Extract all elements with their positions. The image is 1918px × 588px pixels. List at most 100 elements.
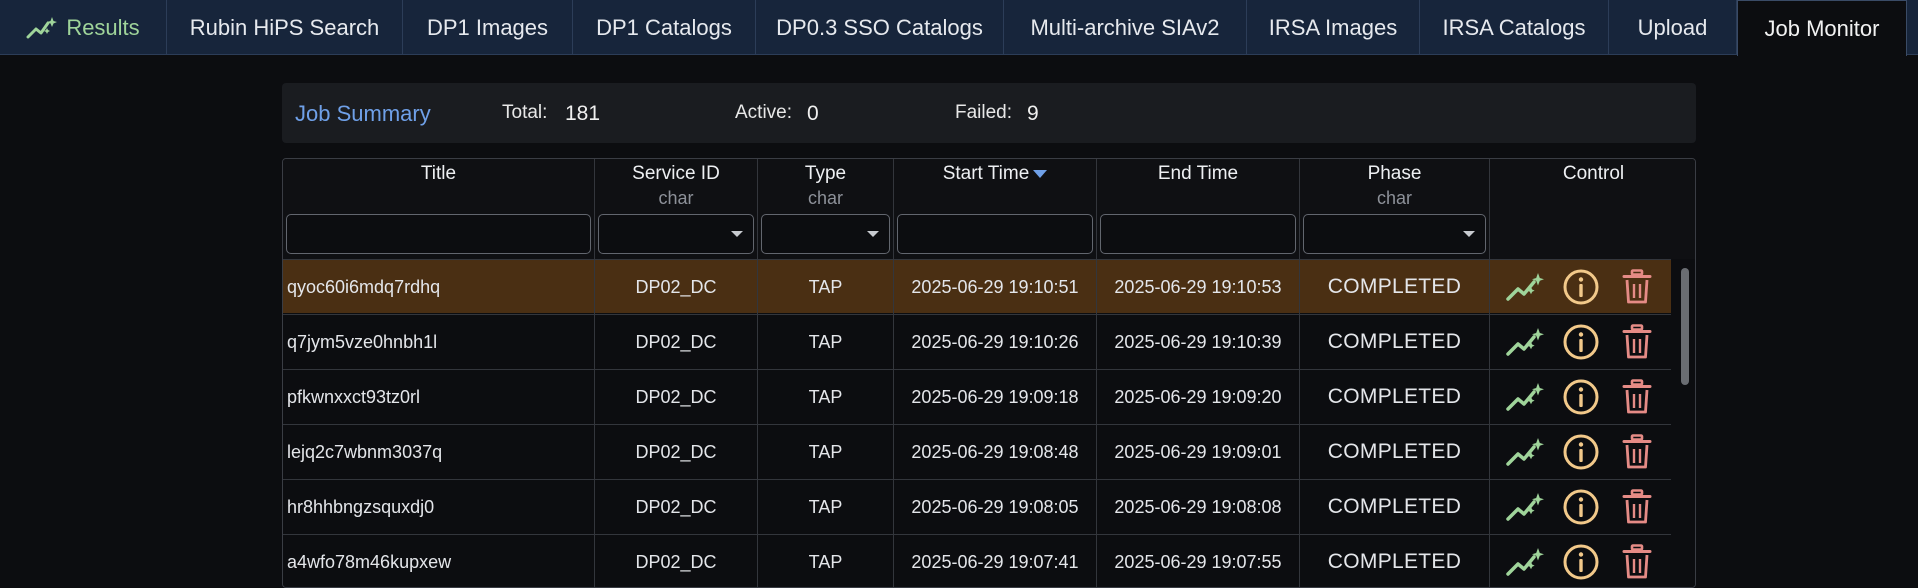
tab-label: DP0.3 SSO Catalogs (776, 14, 983, 40)
control-cell (1490, 370, 1671, 424)
active-label: Active: (735, 102, 793, 123)
tab-upload[interactable]: Upload (1609, 0, 1737, 55)
info-icon[interactable] (1561, 377, 1601, 417)
job-title-cell: qyoc60i6mdq7rdhq (283, 260, 595, 314)
job-phase-cell: COMPLETED (1300, 260, 1490, 314)
job-summary-bar: Job Summary Total: 181 Active: 0 Failed:… (282, 83, 1696, 143)
tab-label: Results (66, 14, 140, 40)
tab-job-monitor[interactable]: Job Monitor (1737, 0, 1907, 56)
service-id-cell: DP02_DC (595, 315, 758, 369)
delete-trash-icon[interactable] (1617, 487, 1657, 527)
column-title[interactable]: End Time (1097, 163, 1299, 185)
type-filter-select[interactable] (761, 214, 890, 254)
table-row[interactable]: q7jym5vze0hnbh1l DP02_DC TAP 2025-06-29 19:… (283, 314, 1671, 369)
tab-label: IRSA Images (1268, 14, 1398, 40)
chevron-down-icon (731, 231, 743, 237)
tab-results[interactable]: Results (0, 0, 167, 55)
column-type-label: char (658, 188, 694, 208)
show-results-chart-icon[interactable] (1505, 322, 1545, 362)
job-title-cell: a4wfo78m46kupxew (283, 535, 595, 587)
show-results-chart-icon[interactable] (1505, 267, 1545, 307)
info-icon[interactable] (1561, 542, 1601, 582)
end-time-cell: 2025-06-29 19:10:39 (1097, 315, 1300, 369)
title-filter-input[interactable] (286, 214, 591, 254)
service-id-cell: DP02_DC (595, 535, 758, 587)
job-phase-cell: COMPLETED (1300, 480, 1490, 534)
column-header-start-time: Start Time (894, 159, 1097, 259)
table-row[interactable]: hr8hhbngzsquxdj0 DP02_DC TAP 2025-06-29 19:… (283, 479, 1671, 534)
column-header-type: Type char (758, 159, 894, 259)
sort-descending-icon[interactable] (1033, 169, 1048, 178)
total-label: Total: (502, 102, 548, 123)
show-results-chart-icon[interactable] (1505, 542, 1545, 582)
delete-trash-icon[interactable] (1617, 542, 1657, 582)
tab-bar: Results Rubin HiPS Search DP1 Images DP1… (0, 0, 1918, 56)
tab-dp1-catalogs[interactable]: DP1 Catalogs (573, 0, 756, 55)
tab-label: Upload (1637, 14, 1708, 40)
tab-rubin-hips-search[interactable]: Rubin HiPS Search (167, 0, 403, 55)
delete-trash-icon[interactable] (1617, 377, 1657, 417)
column-title-wrap[interactable]: Start Time (894, 163, 1096, 185)
job-title-cell: lejq2c7wbnm3037q (283, 425, 595, 479)
service-id-cell: DP02_DC (595, 260, 758, 314)
failed-value: 9 (1027, 102, 1039, 125)
tab-dp1-images[interactable]: DP1 Images (403, 0, 573, 55)
column-title[interactable]: Type (758, 163, 893, 185)
table-row[interactable]: qyoc60i6mdq7rdhq DP02_DC TAP 2025-06-29 19:… (283, 259, 1671, 314)
start-time-cell: 2025-06-29 19:09:18 (894, 370, 1097, 424)
jobs-table: Title Service ID char Type char Start Ti… (282, 158, 1696, 588)
show-results-chart-icon[interactable] (1505, 432, 1545, 472)
service-id-cell: DP02_DC (595, 480, 758, 534)
end-time-cell: 2025-06-29 19:07:55 (1097, 535, 1300, 587)
control-cell (1490, 425, 1671, 479)
table-row[interactable]: pfkwnxxct93tz0rl DP02_DC TAP 2025-06-29 19:… (283, 369, 1671, 424)
info-icon[interactable] (1561, 487, 1601, 527)
start-time-cell: 2025-06-29 19:10:26 (894, 315, 1097, 369)
column-type-label: char (807, 188, 843, 208)
delete-trash-icon[interactable] (1617, 322, 1657, 362)
job-type-cell: TAP (758, 370, 894, 424)
job-phase-cell: COMPLETED (1300, 535, 1490, 587)
delete-trash-icon[interactable] (1617, 267, 1657, 307)
column-title: Control (1562, 163, 1625, 184)
tab-label: Rubin HiPS Search (189, 14, 380, 40)
table-row[interactable]: a4wfo78m46kupxew DP02_DC TAP 2025-06-29 19:… (283, 534, 1671, 587)
info-icon[interactable] (1561, 322, 1601, 362)
service-id-cell: DP02_DC (595, 425, 758, 479)
start-time-cell: 2025-06-29 19:10:51 (894, 260, 1097, 314)
column-title[interactable]: Service ID (595, 163, 757, 185)
job-type-cell: TAP (758, 260, 894, 314)
column-header-control: Control (1490, 159, 1695, 259)
column-type-label: char (1376, 188, 1412, 208)
tab-irsa-catalogs[interactable]: IRSA Catalogs (1420, 0, 1609, 55)
scrollbar-thumb[interactable] (1681, 268, 1689, 385)
tab-label: Multi-archive SIAv2 (1030, 14, 1220, 40)
show-results-chart-icon[interactable] (1505, 377, 1545, 417)
job-type-cell: TAP (758, 425, 894, 479)
start-time-filter-input[interactable] (897, 214, 1093, 254)
start-time-cell: 2025-06-29 19:08:05 (894, 480, 1097, 534)
info-icon[interactable] (1561, 432, 1601, 472)
job-phase-cell: COMPLETED (1300, 370, 1490, 424)
column-title[interactable]: Title (283, 163, 594, 185)
job-title-cell: hr8hhbngzsquxdj0 (283, 480, 595, 534)
vertical-scrollbar[interactable] (1673, 262, 1695, 587)
job-summary-title[interactable]: Job Summary (295, 101, 431, 127)
failed-label: Failed: (955, 102, 1013, 123)
phase-filter-select[interactable] (1303, 214, 1486, 254)
end-time-filter-input[interactable] (1100, 214, 1296, 254)
info-icon[interactable] (1561, 267, 1601, 307)
tab-multi-archive-siav2[interactable]: Multi-archive SIAv2 (1004, 0, 1247, 55)
service-id-filter-select[interactable] (598, 214, 754, 254)
column-header-service-id: Service ID char (595, 159, 758, 259)
column-title: Start Time (942, 163, 1030, 184)
table-header: Title Service ID char Type char Start Ti… (283, 159, 1695, 259)
table-row[interactable]: lejq2c7wbnm3037q DP02_DC TAP 2025-06-29 19:… (283, 424, 1671, 479)
tab-irsa-images[interactable]: IRSA Images (1247, 0, 1420, 55)
control-cell (1490, 315, 1671, 369)
service-id-cell: DP02_DC (595, 370, 758, 424)
delete-trash-icon[interactable] (1617, 432, 1657, 472)
column-title[interactable]: Phase (1300, 163, 1489, 185)
tab-dp03-sso-catalogs[interactable]: DP0.3 SSO Catalogs (756, 0, 1004, 55)
show-results-chart-icon[interactable] (1505, 487, 1545, 527)
